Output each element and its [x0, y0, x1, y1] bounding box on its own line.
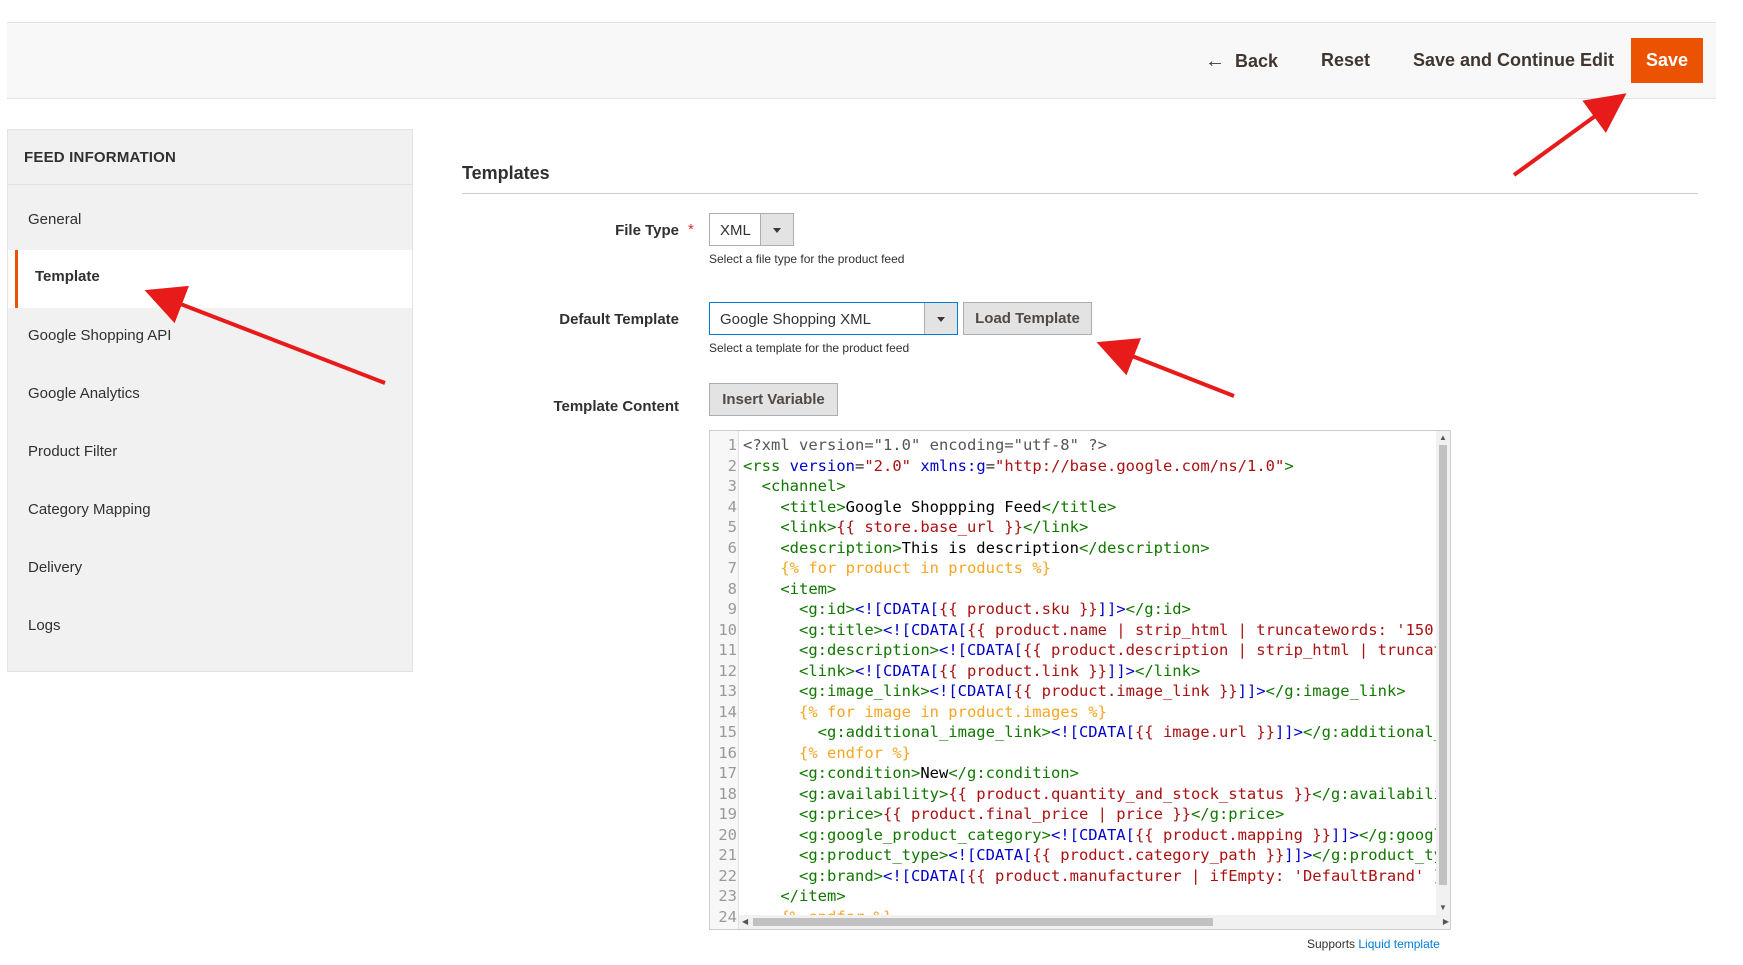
sidebar-heading: FEED INFORMATION — [8, 130, 412, 185]
vertical-scrollbar-thumb[interactable] — [1439, 445, 1447, 885]
line-number: 9 — [727, 600, 737, 618]
line-number: 10 — [718, 620, 737, 639]
sidebar-item-template[interactable]: Template — [15, 250, 412, 308]
line-number: 15 — [718, 723, 737, 741]
horizontal-scrollbar-thumb[interactable] — [753, 918, 1213, 926]
line-number: 22 — [718, 866, 737, 885]
line-number: 19 — [718, 805, 737, 823]
code-text: {% for image in product.images %} — [799, 702, 1107, 721]
code-text: <g:title><![CDATA[{{ product.name | stri… — [799, 620, 1443, 639]
reset-button[interactable]: Reset — [1321, 50, 1370, 71]
sidebar-item-category-mapping[interactable]: Category Mapping — [8, 483, 412, 541]
default-template-value: Google Shopping XML — [720, 311, 871, 328]
line-number: 2 — [727, 456, 737, 475]
code-text: </item> — [780, 887, 846, 905]
back-button[interactable]: ← Back — [1205, 50, 1278, 73]
line-number: 3 — [727, 477, 737, 495]
code-text: <g:condition>New</g:condition> — [799, 764, 1079, 782]
code-text: <g:google_product_category><![CDATA[{{ p… — [799, 825, 1450, 844]
chevron-down-icon — [760, 214, 793, 245]
line-number: 23 — [718, 887, 737, 905]
code-text: <g:price>{{ product.final_price | price … — [799, 805, 1285, 823]
line-number: 4 — [727, 497, 737, 516]
code-text: {% for product in products %} — [780, 559, 1051, 577]
load-template-button[interactable]: Load Template — [963, 302, 1092, 335]
file-type-label: File Type — [615, 222, 679, 239]
code-text: <item> — [780, 579, 837, 598]
sidebar-item-product-filter[interactable]: Product Filter — [8, 425, 412, 483]
sidebar-item-google-analytics[interactable]: Google Analytics — [8, 367, 412, 425]
file-type-note: Select a file type for the product feed — [709, 252, 905, 266]
code-text: <?xml version="1.0" encoding="utf-8" ?> — [743, 436, 1107, 454]
sidebar-item-google-shopping-api[interactable]: Google Shopping API — [8, 309, 412, 367]
line-number: 6 — [727, 538, 737, 557]
line-number: 13 — [718, 682, 737, 700]
supports-prefix: Supports — [1307, 937, 1356, 951]
sidebar-item-logs[interactable]: Logs — [8, 599, 412, 657]
file-type-value: XML — [720, 222, 751, 239]
chevron-down-icon — [924, 303, 957, 334]
default-template-note: Select a template for the product feed — [709, 341, 910, 355]
line-number: 18 — [718, 784, 737, 803]
code-text: <g:product_type><![CDATA[{{ product.cate… — [799, 846, 1451, 864]
line-number: 16 — [718, 743, 737, 762]
scroll-left-icon[interactable]: ◀ — [742, 917, 748, 926]
line-number: 1 — [727, 436, 737, 454]
line-number: 8 — [727, 579, 737, 598]
line-number: 14 — [718, 702, 737, 721]
file-type-select[interactable]: XML — [709, 213, 794, 246]
arrow-to-save — [1512, 93, 1627, 177]
section-divider — [462, 193, 1698, 194]
line-number: 11 — [718, 641, 737, 659]
vertical-scrollbar[interactable]: ▲ ▼ — [1436, 431, 1450, 917]
template-content-label: Template Content — [553, 398, 679, 415]
default-template-select[interactable]: Google Shopping XML — [709, 302, 958, 335]
section-title: Templates — [462, 163, 550, 183]
code-text: <link><![CDATA[{{ product.link }}]]></li… — [799, 661, 1201, 680]
code-text: <g:availability>{{ product.quantity_and_… — [799, 784, 1451, 803]
arrow-to-load-template — [1096, 338, 1235, 398]
scroll-up-icon[interactable]: ▲ — [1439, 433, 1447, 442]
code-text: <g:image_link><![CDATA[{{ product.image_… — [799, 682, 1406, 700]
supports-note: Supports Liquid template — [1307, 937, 1440, 951]
code-text: <title>Google Shoppping Feed</title> — [780, 497, 1117, 516]
line-number: 5 — [727, 518, 737, 536]
default-template-label: Default Template — [559, 311, 679, 328]
line-number: 7 — [727, 559, 737, 577]
line-number: 12 — [718, 661, 737, 680]
code-text: <description>This is description</descri… — [780, 538, 1210, 557]
code-text: <g:id><![CDATA[{{ product.sku }}]]></g:i… — [799, 600, 1191, 618]
code-text: <link>{{ store.base_url }}</link> — [780, 518, 1089, 536]
sidebar-item-general[interactable]: General — [8, 193, 412, 251]
line-number: 17 — [718, 764, 737, 782]
template-code-editor[interactable]: 1 <?xml version="1.0" encoding="utf-8" ?>… — [709, 430, 1451, 930]
scroll-down-icon[interactable]: ▼ — [1439, 903, 1447, 912]
liquid-template-link[interactable]: Liquid template — [1358, 937, 1439, 951]
arrow-left-icon: ← — [1205, 50, 1225, 72]
code-text: <channel> — [761, 477, 846, 495]
code-text: <g:additional_image_link><![CDATA[{{ ima… — [817, 723, 1451, 741]
code-text: <g:description><![CDATA[{{ product.descr… — [799, 641, 1451, 659]
back-label: Back — [1235, 51, 1279, 71]
sidebar-item-delivery[interactable]: Delivery — [8, 541, 412, 599]
code-text: <rss version="2.0" xmlns:g="http://base.… — [743, 456, 1294, 475]
horizontal-scrollbar[interactable]: ◀ ▶ — [739, 915, 1450, 929]
line-number: 24 — [718, 907, 737, 926]
save-button[interactable]: Save — [1631, 38, 1703, 83]
code-text: <g:brand><![CDATA[{{ product.manufacture… — [799, 866, 1451, 885]
line-number: 21 — [718, 846, 737, 864]
code-text: {% endfor %} — [799, 743, 911, 762]
scroll-right-icon[interactable]: ▶ — [1443, 917, 1449, 926]
line-number: 20 — [718, 825, 737, 844]
insert-variable-button[interactable]: Insert Variable — [709, 383, 838, 416]
save-and-continue-button[interactable]: Save and Continue Edit — [1413, 50, 1614, 71]
required-asterisk: * — [688, 221, 694, 238]
